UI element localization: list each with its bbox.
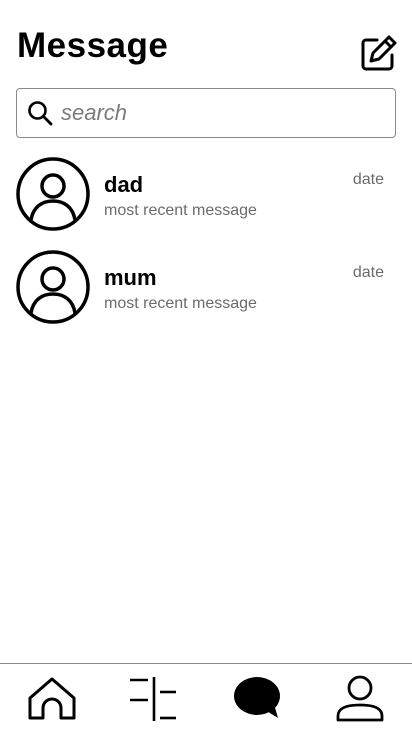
search-icon [28, 101, 53, 126]
home-icon [28, 677, 76, 720]
tab-filter[interactable] [128, 674, 180, 724]
bottom-tab-bar [0, 663, 412, 732]
compose-button[interactable] [360, 34, 398, 72]
avatar-icon [16, 157, 90, 231]
tab-profile[interactable] [334, 674, 386, 724]
message-date: date [352, 171, 384, 188]
tab-messages[interactable] [232, 674, 284, 724]
conversation-list: dad most recent message date mum most re… [0, 155, 412, 341]
filter-icon [130, 677, 176, 721]
message-date: date [352, 264, 384, 281]
conversation-item-mum[interactable]: mum most recent message date [0, 248, 412, 341]
tab-home[interactable] [26, 674, 78, 724]
message-preview: most recent message [104, 202, 257, 219]
avatar-icon [16, 250, 90, 324]
messages-screen: Message dad most recent message date [0, 0, 412, 732]
search-input[interactable] [61, 93, 361, 133]
profile-icon [336, 675, 384, 722]
contact-name: mum [104, 265, 157, 290]
page-title: Message [17, 26, 169, 65]
message-preview: most recent message [104, 295, 257, 312]
conversation-item-dad[interactable]: dad most recent message date [0, 155, 412, 248]
chat-bubble-icon [234, 677, 280, 718]
contact-name: dad [104, 172, 144, 197]
search-bar[interactable] [16, 88, 396, 138]
edit-icon [361, 35, 397, 71]
